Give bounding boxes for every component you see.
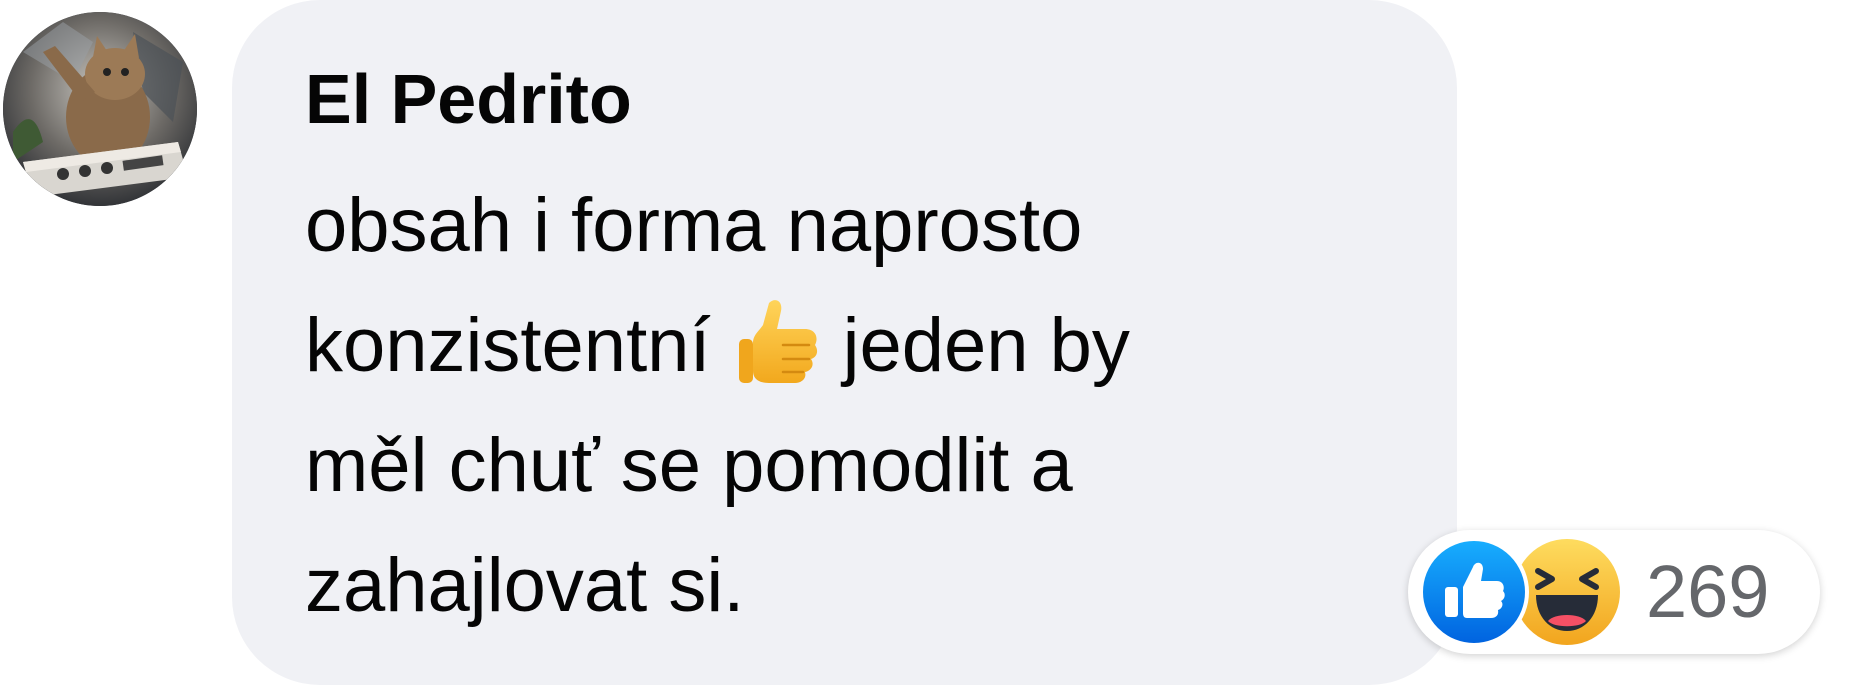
reactions-pill[interactable]: 269: [1408, 530, 1820, 654]
comment-line-3: měl chuť se pomodlit a: [305, 423, 1073, 508]
comment-line-2-start: konzistentní: [305, 303, 711, 388]
comment-line-2-end: jeden by: [842, 303, 1130, 388]
avatar-cat-dj-image: [3, 12, 197, 206]
comment-line-2: konzistentní jeden by: [305, 286, 1415, 406]
like-reaction-icon: [1419, 537, 1529, 647]
reaction-count[interactable]: 269: [1646, 552, 1769, 632]
comment-author-name[interactable]: El Pedrito: [305, 58, 632, 140]
comment-text: obsah i forma naprosto konzistentní jede…: [305, 166, 1415, 646]
thumbs-up-emoji-icon: [738, 295, 821, 385]
comment-line-1: obsah i forma naprosto: [305, 183, 1083, 268]
avatar[interactable]: [3, 12, 197, 206]
comment-line-4: zahajlovat si.: [305, 543, 745, 628]
